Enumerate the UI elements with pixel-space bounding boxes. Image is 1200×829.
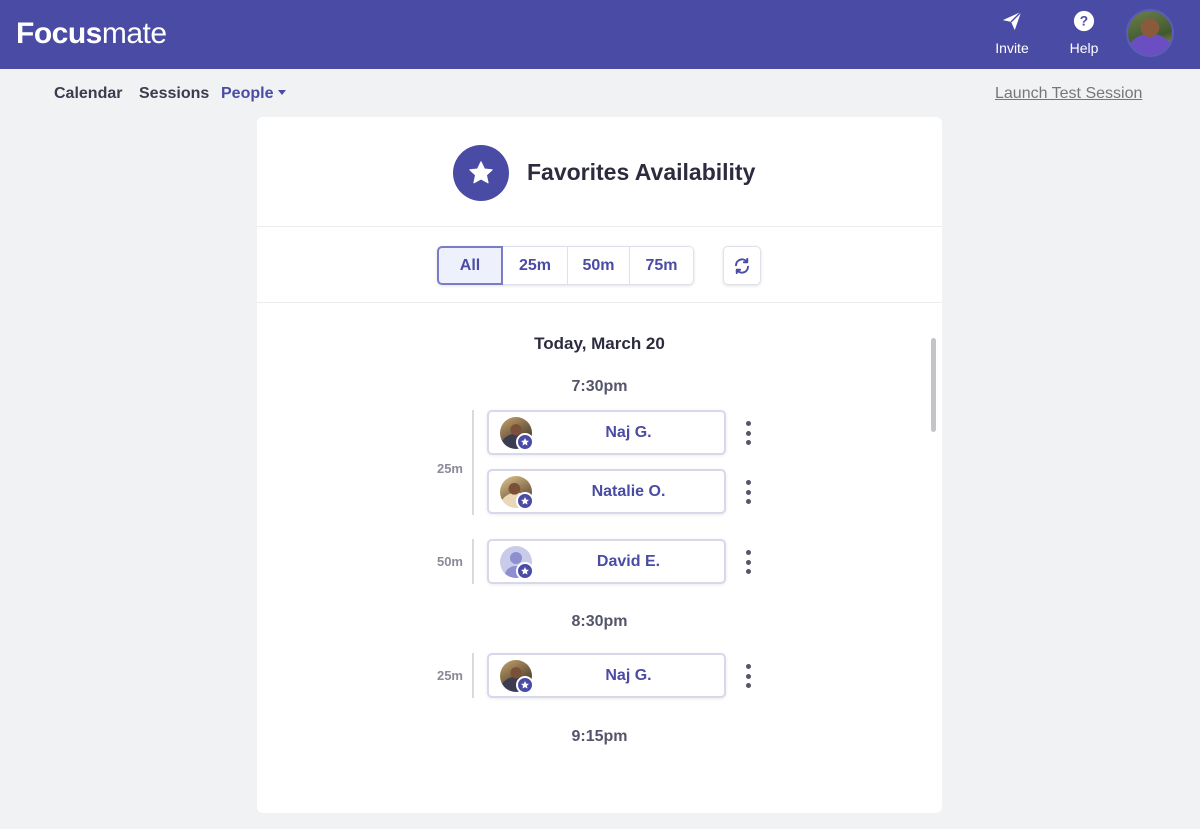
chevron-down-icon <box>278 90 287 96</box>
more-options-icon[interactable] <box>744 664 752 688</box>
favorite-star-icon <box>516 676 534 694</box>
nav-people[interactable]: People <box>221 84 287 104</box>
more-options-icon[interactable] <box>744 550 752 574</box>
slot-group: 25m Naj G. <box>407 653 807 700</box>
invite-label: Invite <box>995 40 1029 56</box>
duration-label: 25m <box>436 668 463 683</box>
partner-name: Naj G. <box>605 424 652 441</box>
top-bar: Focusmate Invite ? Help <box>0 0 1200 69</box>
favorites-card: Favorites Availability All 25m 50m 75m T… <box>257 117 942 813</box>
favorite-star-icon <box>516 433 534 451</box>
filter-50m-button[interactable]: 50m <box>568 246 630 285</box>
group-divider <box>472 653 474 698</box>
duration-label: 50m <box>436 554 463 569</box>
time-heading: 7:30pm <box>571 378 628 395</box>
nav-people-label: People <box>221 85 274 102</box>
time-heading: 9:15pm <box>571 728 628 745</box>
filter-25m-button[interactable]: 25m <box>503 246 568 285</box>
card-header: Favorites Availability <box>257 117 942 227</box>
filter-75m-button[interactable]: 75m <box>630 246 694 285</box>
session-slot[interactable]: Naj G. <box>487 653 726 698</box>
duration-filter: All 25m 50m 75m <box>437 246 694 285</box>
favorite-star-icon <box>516 492 534 510</box>
refresh-button[interactable] <box>723 246 761 285</box>
favorite-star-icon <box>516 562 534 580</box>
nav-calendar[interactable]: Calendar <box>54 84 122 104</box>
launch-test-session-link[interactable]: Launch Test Session <box>995 84 1142 104</box>
partner-name: David E. <box>596 553 661 570</box>
focusmate-logo[interactable]: Focusmate <box>16 16 167 52</box>
question-circle-icon: ? <box>1056 9 1112 33</box>
session-slot[interactable]: David E. <box>487 539 726 584</box>
svg-text:?: ? <box>1080 14 1088 29</box>
session-slot[interactable]: Natalie O. <box>487 469 726 514</box>
invite-button[interactable]: Invite <box>984 9 1040 56</box>
filter-all-button[interactable]: All <box>437 246 503 285</box>
help-button[interactable]: ? Help <box>1056 9 1112 56</box>
group-divider <box>472 539 474 584</box>
refresh-icon <box>735 257 749 274</box>
more-options-icon[interactable] <box>744 421 752 445</box>
date-heading: Today, March 20 <box>534 334 665 353</box>
partner-name: Naj G. <box>605 667 652 684</box>
duration-label: 25m <box>436 461 463 476</box>
help-label: Help <box>1069 40 1099 56</box>
time-heading: 8:30pm <box>571 613 628 630</box>
user-avatar[interactable] <box>1126 9 1174 57</box>
more-options-icon[interactable] <box>744 480 752 504</box>
paper-plane-icon <box>984 9 1040 33</box>
nav-sessions[interactable]: Sessions <box>139 84 209 104</box>
availability-list: Today, March 20 7:30pm 25m Naj G. Natali… <box>257 304 942 813</box>
star-icon <box>453 145 509 201</box>
partner-name: Natalie O. <box>591 483 666 500</box>
filter-bar: All 25m 50m 75m <box>257 228 942 303</box>
slot-group: 25m Naj G. Natalie O. <box>407 410 807 518</box>
group-divider <box>472 410 474 515</box>
page-title: Favorites Availability <box>527 159 756 185</box>
slot-group: 50m David E. <box>407 539 807 586</box>
session-slot[interactable]: Naj G. <box>487 410 726 455</box>
